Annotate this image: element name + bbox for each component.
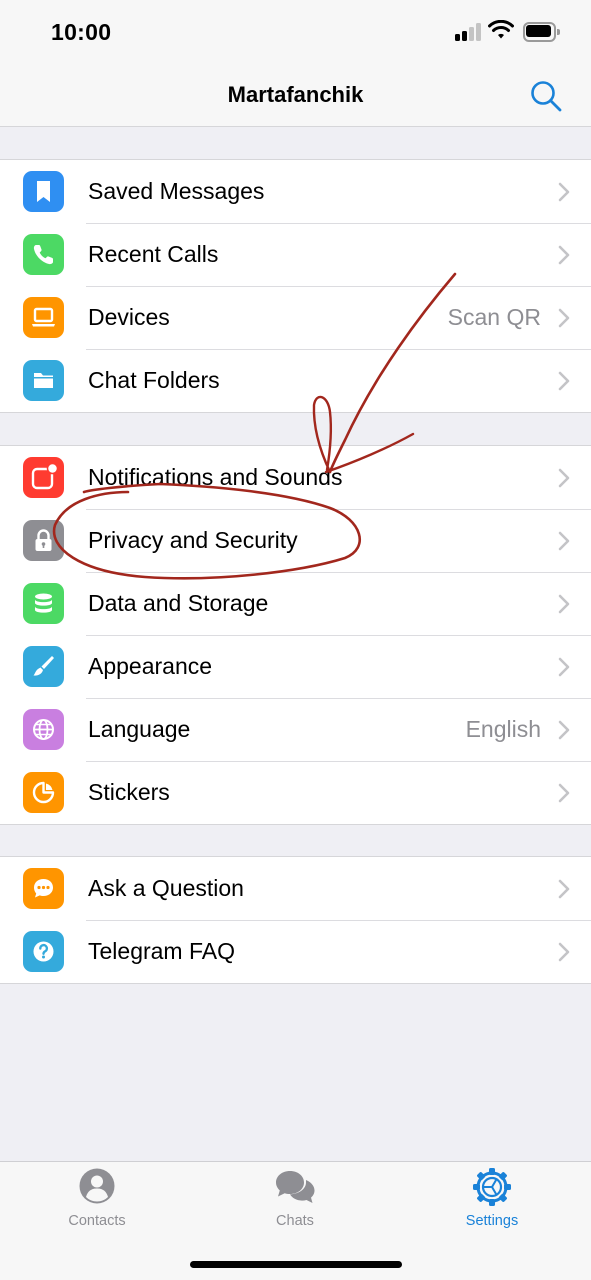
tab-chats[interactable]: Chats [235, 1162, 355, 1242]
language-row[interactable]: Language English [0, 698, 591, 761]
notification-badge-icon [23, 457, 64, 498]
settings-group-preferences: Notifications and Sounds Privacy and Sec… [0, 445, 591, 825]
lock-icon [23, 520, 64, 561]
row-label: Recent Calls [88, 241, 219, 267]
chevron-right-icon [558, 720, 570, 740]
status-time: 10:00 [51, 19, 112, 45]
phone-icon [23, 234, 64, 275]
saved-messages-row[interactable]: Saved Messages [0, 160, 591, 223]
wifi-icon [488, 20, 514, 39]
search-icon[interactable] [528, 78, 564, 114]
question-icon [23, 931, 64, 972]
page-title: Martafanchik [227, 82, 364, 107]
tab-settings[interactable]: Settings [432, 1162, 552, 1242]
settings-group-help: Ask a Question Telegram FAQ [0, 856, 591, 984]
recent-calls-row[interactable]: Recent Calls [0, 223, 591, 286]
chat-folders-row[interactable]: Chat Folders [0, 349, 591, 412]
chat-bubbles-icon [276, 1171, 315, 1203]
row-label: Devices [88, 304, 170, 330]
chevron-right-icon [558, 879, 570, 899]
settings-group-main: Saved Messages Recent Calls Devices Scan… [0, 159, 591, 413]
cellular-signal-icon [455, 23, 483, 41]
status-bar: 10:00 [0, 0, 591, 64]
privacy-and-security-row[interactable]: Privacy and Security [0, 509, 591, 572]
row-label: Data and Storage [88, 590, 269, 616]
gear-icon [473, 1168, 511, 1206]
tab-label: Contacts [68, 1213, 126, 1229]
appearance-row[interactable]: Appearance [0, 635, 591, 698]
bookmark-icon [23, 171, 64, 212]
chevron-right-icon [558, 531, 570, 551]
row-label: Stickers [88, 779, 170, 805]
folder-icon [23, 360, 64, 401]
brush-icon [23, 646, 64, 687]
tab-label: Settings [465, 1213, 519, 1229]
tab-contacts[interactable]: Contacts [37, 1162, 157, 1242]
row-label: Ask a Question [88, 875, 244, 901]
chevron-right-icon [558, 657, 570, 677]
row-label: Telegram FAQ [88, 938, 235, 964]
chevron-right-icon [558, 594, 570, 614]
data-and-storage-row[interactable]: Data and Storage [0, 572, 591, 635]
row-value: English [465, 716, 541, 742]
chevron-right-icon [558, 308, 570, 328]
chevron-right-icon [558, 783, 570, 803]
person-icon [79, 1168, 115, 1204]
row-label: Chat Folders [88, 367, 220, 393]
speech-bubble-icon [23, 868, 64, 909]
ask-a-question-row[interactable]: Ask a Question [0, 857, 591, 920]
row-label: Privacy and Security [88, 527, 298, 553]
globe-icon [23, 709, 64, 750]
row-label: Saved Messages [88, 178, 265, 204]
database-icon [23, 583, 64, 624]
chevron-right-icon [558, 371, 570, 391]
row-value: Scan QR [447, 304, 541, 330]
telegram-faq-row[interactable]: Telegram FAQ [0, 920, 591, 983]
home-indicator[interactable] [190, 1261, 402, 1268]
sticker-icon [23, 772, 64, 813]
laptop-icon [23, 297, 64, 338]
tab-label: Chats [276, 1213, 314, 1229]
row-label: Appearance [88, 653, 213, 679]
chevron-right-icon [558, 942, 570, 962]
row-label: Language [88, 716, 191, 742]
chevron-right-icon [558, 245, 570, 265]
notifications-and-sounds-row[interactable]: Notifications and Sounds [0, 446, 591, 509]
row-label: Notifications and Sounds [88, 464, 343, 490]
navigation-bar: Martafanchik [0, 64, 591, 127]
chevron-right-icon [558, 182, 570, 202]
devices-row[interactable]: Devices Scan QR [0, 286, 591, 349]
battery-icon [523, 22, 561, 42]
stickers-row[interactable]: Stickers [0, 761, 591, 824]
chevron-right-icon [558, 468, 570, 488]
